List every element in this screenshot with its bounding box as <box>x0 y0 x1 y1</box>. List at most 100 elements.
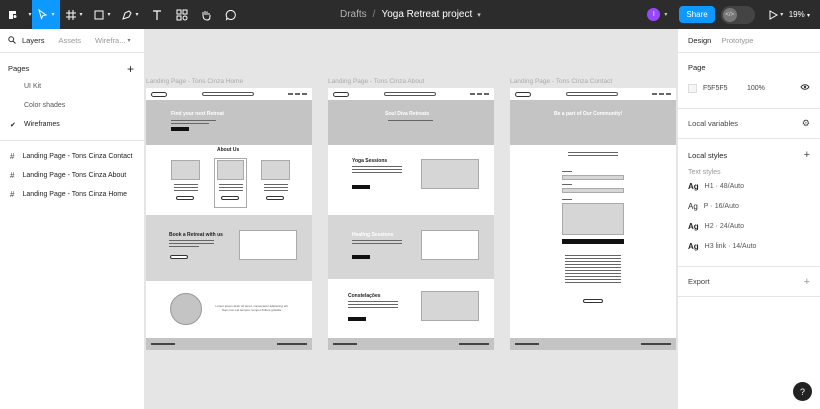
page-chevron-icon[interactable]: ▾ <box>127 37 130 44</box>
breadcrumb: Drafts / Yoga Retreat project ▾ <box>340 0 481 29</box>
form-label <box>562 199 572 202</box>
tab-design[interactable]: Design <box>688 36 711 45</box>
left-panel: Layers Assets Wirefra... ▾ Pages + UI Ki… <box>0 29 145 409</box>
page-item-ui-kit[interactable]: UI Kit <box>0 77 144 96</box>
text-style-h3-link[interactable]: Ag H3 link · 14/Auto <box>688 236 810 256</box>
page-item-color-shades[interactable]: Color shades <box>0 96 144 115</box>
page-section: Page F5F5F5 100% <box>678 53 820 109</box>
eye-icon[interactable] <box>800 83 810 93</box>
yoga-heading: Yoga Sessions <box>352 158 388 164</box>
form-submit-button <box>562 239 624 244</box>
present-play-icon[interactable]: ▾ <box>763 0 789 29</box>
layer-label: Landing Page - Tons Cinza About <box>22 172 127 179</box>
search-icon[interactable] <box>8 35 16 46</box>
layer-item-contact[interactable]: # Landing Page - Tons Cinza Contact <box>0 147 144 166</box>
project-menu-chevron-icon[interactable]: ▾ <box>477 11 481 19</box>
project-name[interactable]: Yoga Retreat project <box>381 9 472 20</box>
text-style-p[interactable]: Ag P · 16/Auto <box>688 196 810 216</box>
footer-social-icons <box>515 343 539 345</box>
left-panel-tabs: Layers Assets Wirefra... ▾ <box>0 29 144 53</box>
page-opacity-value[interactable]: 100% <box>747 85 765 92</box>
hand-tool-icon[interactable] <box>194 0 218 29</box>
hero-text <box>388 120 433 123</box>
logo <box>515 91 531 97</box>
variables-settings-icon[interactable]: ⚙ <box>802 118 810 129</box>
contact-intro-text <box>568 152 618 158</box>
share-button[interactable]: Share <box>679 6 715 23</box>
tab-assets[interactable]: Assets <box>59 36 82 45</box>
frame-footer <box>146 338 312 350</box>
avatar[interactable]: I <box>647 8 661 21</box>
tab-prototype[interactable]: Prototype <box>721 36 753 45</box>
page-item-wireframes[interactable]: ✔ Wireframes <box>0 115 144 134</box>
resources-tool-icon[interactable] <box>170 0 194 29</box>
yoga-button <box>352 185 370 189</box>
hero-heading: Be a part of Our Community! <box>554 111 623 117</box>
page-label: UI Kit <box>24 83 42 90</box>
text-style-icon: Ag <box>688 241 699 251</box>
form-label <box>562 184 572 187</box>
frame-contact[interactable]: Be a part of Our Community! <box>510 88 676 350</box>
constelacoes-section: Constelações <box>328 279 494 338</box>
card-text <box>264 184 288 193</box>
avatar-chevron-icon[interactable]: ▾ <box>664 11 667 18</box>
pages-heading: Pages <box>8 64 30 73</box>
add-page-icon[interactable]: + <box>127 62 134 76</box>
tab-current-page[interactable]: Wirefra... <box>95 36 125 45</box>
yoga-image <box>421 159 479 189</box>
about-card-image <box>171 160 200 180</box>
text-style-h1[interactable]: Ag H1 · 48/Auto <box>688 176 810 196</box>
zoom-level[interactable]: 19% ▾ <box>789 10 810 19</box>
page-background-row[interactable]: F5F5F5 100% <box>688 78 810 98</box>
help-button[interactable]: ? <box>793 382 812 401</box>
text-tool-icon[interactable] <box>144 0 170 29</box>
footer-social-icons <box>333 343 357 345</box>
testimonial-section: Lorem ipsum dolor sit amet, consectetur … <box>146 281 312 338</box>
frame-title-home[interactable]: Landing Page - Tons Cinza Home <box>146 78 243 85</box>
local-variables-label: Local variables <box>688 119 739 128</box>
layer-label: Landing Page - Tons Cinza Contact <box>22 153 133 160</box>
add-style-icon[interactable]: + <box>804 149 810 161</box>
card-text <box>174 184 198 193</box>
frame-about[interactable]: Soul Diva Retreats Yoga Sessions Healing… <box>328 88 494 350</box>
dev-mode-toggle[interactable]: </> <box>720 5 755 24</box>
logo <box>333 91 349 97</box>
nav-links <box>288 93 307 95</box>
frame-title-about[interactable]: Landing Page - Tons Cinza About <box>328 78 424 85</box>
constelacoes-text <box>348 301 398 310</box>
form-input-name <box>562 175 624 180</box>
breadcrumb-drafts[interactable]: Drafts <box>340 9 367 20</box>
right-panel: Design Prototype Page F5F5F5 100% Local … <box>677 29 820 409</box>
constelacoes-button <box>348 317 366 321</box>
canvas[interactable]: Landing Page - Tons Cinza Home Find your… <box>145 29 677 409</box>
testimonial-avatar <box>170 293 202 325</box>
page-color-swatch[interactable] <box>688 83 697 93</box>
book-text <box>169 240 214 249</box>
frame-home[interactable]: Find your next Retreat About Us Book a R… <box>146 88 312 350</box>
text-style-h2[interactable]: Ag H2 · 24/Auto <box>688 216 810 236</box>
frame-title-contact[interactable]: Landing Page - Tons Cinza Contact <box>510 78 612 85</box>
add-export-icon[interactable]: + <box>804 276 810 288</box>
local-variables-section[interactable]: Local variables ⚙ <box>678 109 820 139</box>
move-tool-icon[interactable]: ▾ <box>32 0 60 29</box>
frame-tool-icon[interactable]: ▾ <box>60 0 88 29</box>
breadcrumb-separator: / <box>372 9 376 20</box>
local-styles-section: Local styles + Text styles Ag H1 · 48/Aut… <box>678 139 820 267</box>
layer-item-home[interactable]: # Landing Page - Tons Cinza Home <box>0 185 144 204</box>
tab-layers[interactable]: Layers <box>22 36 45 45</box>
text-style-icon: Ag <box>688 221 699 231</box>
footer-copyright <box>459 343 489 345</box>
export-section[interactable]: Export + <box>678 267 820 297</box>
testimonial-text: Lorem ipsum dolor sit amet, consectetur … <box>215 304 289 313</box>
page-color-value[interactable]: F5F5F5 <box>703 85 747 92</box>
text-styles-label: Text styles <box>688 169 721 176</box>
top-toolbar: ▾ ▾ ▾ ▾ ▾ Drafts / Yoga Retreat project … <box>0 0 820 29</box>
comment-tool-icon[interactable] <box>218 0 244 29</box>
layer-item-about[interactable]: # Landing Page - Tons Cinza About <box>0 166 144 185</box>
page-heading: Page <box>688 63 706 72</box>
hero-button <box>171 127 189 131</box>
shape-tool-icon[interactable]: ▾ <box>88 0 116 29</box>
frame-nav <box>510 88 676 100</box>
main-menu-icon[interactable] <box>0 0 26 29</box>
pen-tool-icon[interactable]: ▾ <box>116 0 144 29</box>
